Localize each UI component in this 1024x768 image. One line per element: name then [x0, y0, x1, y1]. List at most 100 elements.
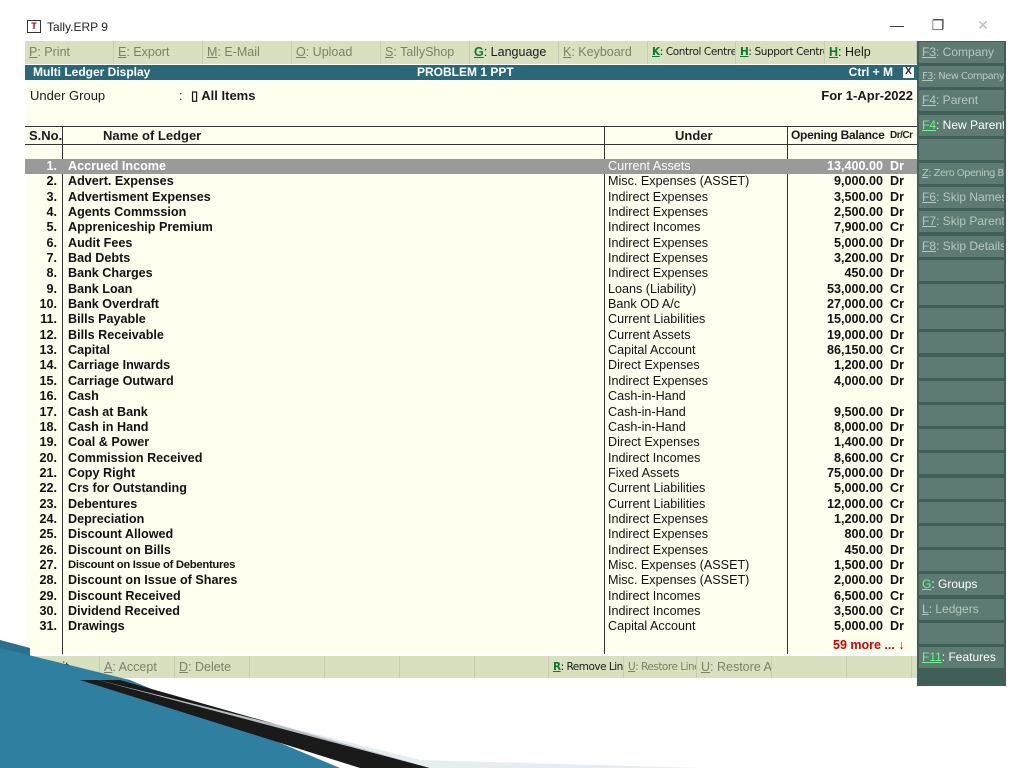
language-button[interactable]: G: Language: [470, 41, 559, 64]
skip-names-button[interactable]: F6: Skip Names: [919, 187, 1004, 209]
under-group-value[interactable]: ▯ All Items: [191, 88, 255, 104]
ledger-name: Bank Charges: [68, 266, 153, 281]
ledger-row[interactable]: 17. Cash at Bank Cash-in-Hand 9,500.00 Dr: [25, 405, 917, 420]
shortcut-key: M: [207, 45, 218, 59]
button-label: : Zero Opening Bal: [928, 168, 1004, 179]
ledger-name: Dividend Received: [68, 603, 180, 618]
dr-cr: Cr: [890, 496, 904, 511]
features-button[interactable]: F11: Features: [919, 647, 1004, 668]
ledger-row[interactable]: 2. Advert. Expenses Misc. Expenses (ASSET)…: [25, 174, 917, 189]
close-icon[interactable]: ✕: [973, 17, 993, 34]
serial-number: 9.: [46, 281, 57, 296]
print-button[interactable]: P: Print: [25, 41, 114, 64]
ledger-row[interactable]: 13. Capital Capital Account 86,150.00 Cr: [25, 343, 917, 358]
ledger-row[interactable]: 31. Drawings Capital Account 5,000.00 Dr: [25, 619, 917, 634]
ledger-row[interactable]: 7. Bad Debts Indirect Expenses 3,200.00 Dr: [25, 251, 917, 266]
ledger-row[interactable]: 1. Accrued Income Current Assets 13,400.00 D…: [25, 159, 917, 175]
ledger-row[interactable]: 18. Cash in Hand Cash-in-Hand 8,000.00 Dr: [25, 420, 917, 435]
dr-cr: Dr: [890, 358, 904, 373]
shortcut-key: U: [701, 660, 711, 674]
ledger-name: Bank Loan: [68, 281, 133, 296]
opening-balance: 3,500.00: [833, 189, 883, 204]
support-centre-button[interactable]: H: Support Centre: [736, 41, 825, 64]
button-label: : New Parent: [936, 117, 1004, 132]
ledger-name: Crs for Outstanding: [68, 481, 187, 496]
shortcut-key: F8: [922, 238, 937, 253]
ledger-name: Depreciation: [68, 511, 145, 526]
restore-all-button[interactable]: U: Restore All: [697, 656, 772, 678]
screen-close-button[interactable]: X: [903, 67, 914, 78]
skip-parent-button[interactable]: F7: Skip Parent: [919, 211, 1004, 233]
minimize-icon[interactable]: —: [887, 17, 907, 33]
new-parent-button[interactable]: F4: New Parent: [919, 114, 1004, 136]
ledger-row[interactable]: 24. Depreciation Indirect Expenses 1,200.00…: [25, 512, 917, 527]
under-group: Direct Expenses: [608, 358, 700, 373]
ledger-row[interactable]: 10. Bank Overdraft Bank OD A/c 27,000.00 Cr: [25, 297, 917, 312]
new-company-button[interactable]: F3: New Company: [919, 66, 1004, 88]
ledger-row[interactable]: 9. Bank Loan Loans (Liability) 53,000.00 Cr: [25, 282, 917, 297]
ledger-row[interactable]: 3. Advertisment Expenses Indirect Expenses…: [25, 190, 917, 205]
ledger-row[interactable]: 5. Appreniceship Premium Indirect Incomes 7…: [25, 220, 917, 235]
ledger-name: Audit Fees: [68, 235, 133, 250]
ledger-row[interactable]: 23. Debentures Current Liabilities 12,000.0…: [25, 497, 917, 512]
ledger-row[interactable]: 28. Discount on Issue of Shares Misc. Expe…: [25, 573, 917, 588]
slide-decoration: [0, 640, 700, 768]
dr-cr: Dr: [890, 266, 904, 281]
ledger-row[interactable]: 22. Crs for Outstanding Current Liabilitie…: [25, 481, 917, 496]
more-items-indicator[interactable]: 59 more ... ↓: [833, 638, 905, 652]
ledger-row[interactable]: 27. Discount on Issue of Debentures Misc. …: [25, 558, 917, 573]
button-label: : Company: [936, 45, 995, 59]
ledger-row[interactable]: 19. Coal & Power Direct Expenses 1,400.00 Dr: [25, 435, 917, 450]
company-button[interactable]: F3: Company: [919, 42, 1004, 63]
zero-opening-bal-button[interactable]: Z: Zero Opening Bal: [919, 163, 1004, 184]
dr-cr: Dr: [890, 619, 904, 634]
button-label: : TallyShop: [393, 45, 455, 59]
ledger-row[interactable]: 15. Carriage Outward Indirect Expenses 4,00…: [25, 374, 917, 389]
opening-balance: 800.00: [844, 527, 883, 542]
ledger-row[interactable]: 11. Bills Payable Current Liabilities 15,00…: [25, 312, 917, 327]
dr-cr: Dr: [890, 542, 904, 557]
button-label: : Features: [941, 650, 996, 664]
ledger-name: Advert. Expenses: [68, 174, 174, 189]
ledger-row[interactable]: 8. Bank Charges Indirect Expenses 450.00 Dr: [25, 266, 917, 281]
ledger-row[interactable]: 16. Cash Cash-in-Hand: [25, 389, 917, 404]
parent-button[interactable]: F4: Parent: [919, 90, 1004, 112]
empty-button-slot: [919, 501, 1004, 523]
ledger-row[interactable]: 30. Dividend Received Indirect Incomes 3,50…: [25, 604, 917, 619]
shortcut-key: F7: [922, 214, 937, 229]
empty-button-slot: [919, 405, 1004, 426]
keyboard-button[interactable]: K: Keyboard: [559, 41, 648, 64]
dr-cr: Dr: [890, 251, 904, 266]
empty-button-slot: [919, 453, 1004, 475]
help-button[interactable]: H: Help: [825, 41, 917, 64]
empty-button-slot: [919, 526, 1004, 547]
ledger-row[interactable]: 26. Discount on Bills Indirect Expenses 450…: [25, 543, 917, 558]
empty-button-slot: [919, 332, 1004, 354]
dr-cr: Cr: [890, 343, 904, 358]
ledger-name: Discount Allowed: [68, 527, 174, 542]
upload-button[interactable]: O: Upload: [292, 41, 381, 64]
skip-details-button[interactable]: F8: Skip Details: [919, 235, 1004, 257]
restore-icon[interactable]: ❐: [928, 17, 948, 34]
col-opening-balance: Opening Balance: [791, 128, 885, 142]
ledger-row[interactable]: 20. Commission Received Indirect Incomes 8,…: [25, 451, 917, 466]
export-button[interactable]: E: Export: [114, 41, 203, 64]
under-group: Capital Account: [608, 619, 696, 634]
ledger-row[interactable]: 12. Bills Receivable Current Assets 19,000.…: [25, 328, 917, 343]
ledger-row[interactable]: 29. Discount Received Indirect Incomes 6,50…: [25, 589, 917, 604]
ledger-row[interactable]: 14. Carriage Inwards Direct Expenses 1,200.…: [25, 358, 917, 373]
tallyshop-button[interactable]: S: TallyShop: [381, 41, 470, 64]
serial-number: 8.: [46, 266, 57, 281]
ledger-row[interactable]: 21. Copy Right Fixed Assets 75,000.00 Dr: [25, 466, 917, 481]
groups-button[interactable]: G: Groups: [919, 574, 1004, 596]
ledger-row[interactable]: 6. Audit Fees Indirect Expenses 5,000.00 Dr: [25, 236, 917, 251]
control-centre-button[interactable]: K: Control Centre: [648, 41, 736, 64]
ledger-row[interactable]: 25. Discount Allowed Indirect Expenses 800.…: [25, 527, 917, 542]
under-group: Misc. Expenses (ASSET): [608, 573, 750, 588]
under-group: Indirect Expenses: [608, 251, 709, 266]
serial-number: 19.: [39, 435, 57, 450]
serial-number: 7.: [46, 251, 57, 266]
ledger-row[interactable]: 4. Agents Commssion Indirect Expenses 2,500…: [25, 205, 917, 220]
ledgers-button[interactable]: L: Ledgers: [919, 598, 1004, 620]
e-mail-button[interactable]: M: E-Mail: [203, 41, 292, 64]
